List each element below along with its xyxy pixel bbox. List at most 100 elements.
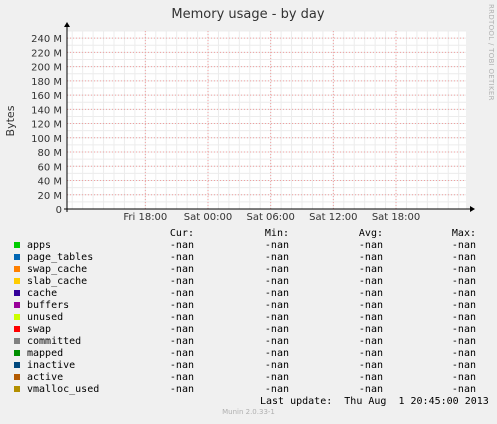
- legend-cur-value: -nan: [169, 252, 194, 263]
- legend-max-value: -nan: [451, 348, 476, 359]
- legend-avg-value: -nan: [358, 300, 383, 311]
- legend-avg-value: -nan: [358, 348, 383, 359]
- y-tick-label: 200 M: [31, 63, 62, 74]
- legend-series-name: active: [27, 372, 64, 383]
- header-max: Max:: [451, 228, 476, 239]
- header-avg: Avg:: [358, 228, 383, 239]
- legend-series-name: buffers: [27, 300, 70, 311]
- legend-cur-value: -nan: [169, 240, 194, 251]
- legend-series-name: swap: [27, 324, 52, 335]
- legend-swatch: [14, 254, 20, 260]
- legend-max-value: -nan: [451, 372, 476, 383]
- x-tick-label: Sat 00:00: [184, 212, 232, 223]
- legend-cur-value: -nan: [169, 312, 194, 323]
- legend-avg-value: -nan: [358, 240, 383, 251]
- legend-swatch: [14, 266, 20, 272]
- y-tick-label: 120 M: [31, 120, 62, 131]
- legend-min-value: -nan: [264, 348, 289, 359]
- legend-max-value: -nan: [451, 384, 476, 395]
- memory-chart: Memory usage - by day Bytes 0 20 M 40 M 60 …: [4, 7, 475, 223]
- x-tick-label: Sat 06:00: [246, 212, 294, 223]
- legend-cur-value: -nan: [169, 264, 194, 275]
- x-tick-labels: Fri 18:00 Sat 00:00 Sat 06:00 Sat 12:00 Sat …: [123, 212, 420, 223]
- legend-max-value: -nan: [451, 252, 476, 263]
- legend-avg-value: -nan: [358, 276, 383, 287]
- legend-swatch: [14, 362, 20, 368]
- y-tick-label: 160 M: [31, 91, 62, 102]
- legend-min-value: -nan: [264, 336, 289, 347]
- y-tick-label: 240 M: [31, 34, 62, 45]
- legend-swatch: [14, 326, 20, 332]
- legend-min-value: -nan: [264, 252, 289, 263]
- legend-swatch: [14, 302, 20, 308]
- legend-max-value: -nan: [451, 288, 476, 299]
- legend-swatch: [14, 242, 20, 248]
- legend-avg-value: -nan: [358, 360, 383, 371]
- legend-avg-value: -nan: [358, 312, 383, 323]
- legend-avg-value: -nan: [358, 324, 383, 335]
- legend-max-value: -nan: [451, 240, 476, 251]
- legend-min-value: -nan: [264, 300, 289, 311]
- legend-avg-value: -nan: [358, 336, 383, 347]
- legend-series-name: mapped: [27, 348, 64, 359]
- x-axis-arrow: [470, 206, 475, 212]
- header-min: Min:: [264, 228, 289, 239]
- legend-max-value: -nan: [451, 264, 476, 275]
- legend-series-name: unused: [27, 312, 64, 323]
- legend-cur-value: -nan: [169, 300, 194, 311]
- y-tick-label: 180 M: [31, 77, 62, 88]
- legend-swatch: [14, 278, 20, 284]
- y-tick-label: 0: [56, 205, 62, 216]
- header-cur: Cur:: [169, 228, 194, 239]
- legend-cur-value: -nan: [169, 288, 194, 299]
- legend-min-value: -nan: [264, 384, 289, 395]
- legend-max-value: -nan: [451, 276, 476, 287]
- legend-max-value: -nan: [451, 324, 476, 335]
- legend-avg-value: -nan: [358, 384, 383, 395]
- legend-min-value: -nan: [264, 312, 289, 323]
- y-axis-label: Bytes: [4, 105, 17, 136]
- legend-avg-value: -nan: [358, 372, 383, 383]
- y-tick-label: 220 M: [31, 48, 62, 59]
- legend-min-value: -nan: [264, 276, 289, 287]
- y-tick-label: 80 M: [37, 148, 62, 159]
- legend-max-value: -nan: [451, 360, 476, 371]
- legend-min-value: -nan: [264, 288, 289, 299]
- y-tick-label: 100 M: [31, 134, 62, 145]
- legend-cur-value: -nan: [169, 360, 194, 371]
- legend-avg-value: -nan: [358, 288, 383, 299]
- y-tick-labels: 0 20 M 40 M 60 M 80 M 100 M 120 M 140 M 160 M 180…: [31, 34, 62, 216]
- y-tick-label: 40 M: [37, 177, 62, 188]
- legend-series-name: slab_cache: [27, 276, 88, 287]
- legend-cur-value: -nan: [169, 372, 194, 383]
- x-tick-label: Sat 18:00: [372, 212, 420, 223]
- legend-cur-value: -nan: [169, 384, 194, 395]
- legend-min-value: -nan: [264, 264, 289, 275]
- legend-cur-value: -nan: [169, 336, 194, 347]
- legend-series-name: apps: [27, 240, 52, 251]
- legend-series-name: inactive: [27, 360, 76, 371]
- x-tick-label: Fri 18:00: [123, 212, 167, 223]
- legend-max-value: -nan: [451, 300, 476, 311]
- legend-max-value: -nan: [451, 336, 476, 347]
- y-tick-label: 140 M: [31, 105, 62, 116]
- legend-max-value: -nan: [451, 312, 476, 323]
- legend-cur-value: -nan: [169, 324, 194, 335]
- chart-title: Memory usage - by day: [171, 7, 324, 22]
- legend-min-value: -nan: [264, 324, 289, 335]
- legend-cur-value: -nan: [169, 348, 194, 359]
- legend-swatch: [14, 338, 20, 344]
- legend-min-value: -nan: [264, 360, 289, 371]
- legend-swatch: [14, 290, 20, 296]
- legend-cur-value: -nan: [169, 276, 194, 287]
- legend-series-name: vmalloc_used: [27, 384, 100, 395]
- legend-series-name: swap_cache: [27, 264, 88, 275]
- legend-swatch: [14, 314, 20, 320]
- legend-series-name: cache: [27, 288, 58, 299]
- last-update: Last update: Thu Aug 1 20:45:00 2013: [260, 396, 489, 407]
- legend-min-value: -nan: [264, 372, 289, 383]
- y-tick-label: 20 M: [37, 191, 62, 202]
- rrdtool-credit: RRDTOOL / TOBI OETIKER: [487, 4, 495, 101]
- x-tick-label: Sat 12:00: [309, 212, 357, 223]
- legend-avg-value: -nan: [358, 264, 383, 275]
